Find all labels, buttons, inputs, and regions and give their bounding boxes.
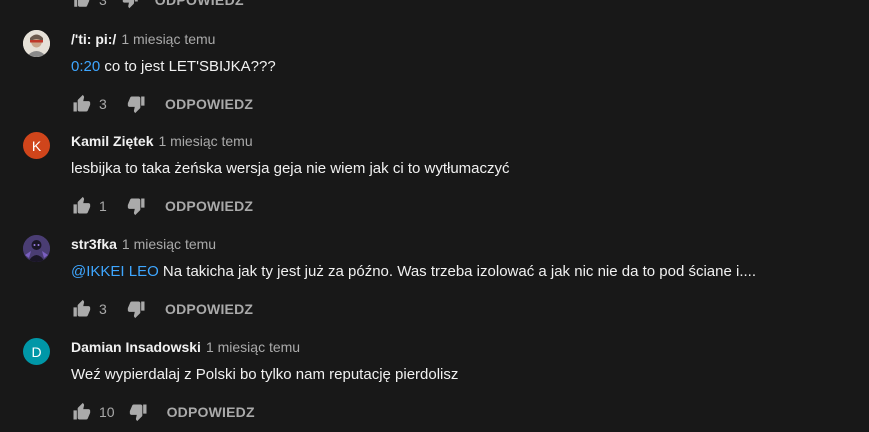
comment-text: Weź wypierdalaj z Polski bo tylko nam re… xyxy=(71,366,458,383)
previous-comment-actions: 3 ODPOWIEDZ xyxy=(71,0,244,9)
reply-button[interactable]: ODPOWIEDZ xyxy=(167,404,255,420)
comment-header: str3fka 1 miesiąc temu xyxy=(71,236,216,256)
comment-actions: 1 ODPOWIEDZ xyxy=(71,195,253,217)
comment-time[interactable]: 1 miesiąc temu xyxy=(158,133,252,149)
avatar-letter: K xyxy=(31,137,42,154)
comment-body: Weź wypierdalaj z Polski bo tylko nam re… xyxy=(71,366,459,383)
timestamp-link[interactable]: 0:20 xyxy=(71,58,100,75)
thumbs-up-icon[interactable] xyxy=(71,402,91,422)
author-name[interactable]: Damian Insadowski xyxy=(71,339,201,355)
mention-link[interactable]: @IKKEI LEO xyxy=(71,263,159,280)
thumbs-up-icon[interactable] xyxy=(71,0,91,10)
comment-body: lesbijka to taka żeńska wersja geja nie … xyxy=(71,160,510,177)
comment-actions: 3 ODPOWIEDZ xyxy=(71,298,253,320)
reply-button[interactable]: ODPOWIEDZ xyxy=(165,96,253,112)
comment-body: co to jest LET'SBIJKA??? xyxy=(100,58,276,75)
comment-actions: 3 ODPOWIEDZ xyxy=(71,93,253,115)
like-count: 3 xyxy=(99,96,107,112)
thumbs-down-icon[interactable] xyxy=(121,0,141,10)
comment-time[interactable]: 1 miesiąc temu xyxy=(121,31,215,47)
comment-actions: 10 ODPOWIEDZ xyxy=(71,401,255,423)
thumbs-down-icon[interactable] xyxy=(127,196,147,216)
comment-body: Na takicha jak ty jest już za późno. Was… xyxy=(158,263,757,280)
author-name[interactable]: Kamil Ziętek xyxy=(71,133,153,149)
avatar[interactable] xyxy=(23,30,50,57)
author-name[interactable]: str3fka xyxy=(71,236,117,252)
comment-time[interactable]: 1 miesiąc temu xyxy=(206,339,300,355)
author-name[interactable]: /'ti: pi:/ xyxy=(71,31,116,47)
comment-time[interactable]: 1 miesiąc temu xyxy=(122,236,216,252)
reply-button[interactable]: ODPOWIEDZ xyxy=(155,0,244,8)
like-count: 3 xyxy=(99,301,107,317)
like-count: 1 xyxy=(99,198,107,214)
avatar[interactable] xyxy=(23,235,50,262)
user-photo-icon xyxy=(23,30,50,57)
avatar[interactable]: K xyxy=(23,132,50,159)
thumbs-down-icon[interactable] xyxy=(127,94,147,114)
thumbs-down-icon[interactable] xyxy=(129,402,149,422)
comments-section: 3 ODPOWIEDZ /'ti: pi:/ 1 miesiąc temu 0:… xyxy=(0,0,869,432)
user-photo-icon xyxy=(23,235,50,262)
comment-text: lesbijka to taka żeńska wersja geja nie … xyxy=(71,160,510,177)
comment-text: @IKKEI LEO Na takicha jak ty jest już za… xyxy=(71,263,756,280)
comment-header: /'ti: pi:/ 1 miesiąc temu xyxy=(71,31,215,51)
thumbs-down-icon[interactable] xyxy=(127,299,147,319)
thumbs-up-icon[interactable] xyxy=(71,299,91,319)
avatar[interactable]: D xyxy=(23,338,50,365)
reply-button[interactable]: ODPOWIEDZ xyxy=(165,198,253,214)
comment-header: Kamil Ziętek 1 miesiąc temu xyxy=(71,133,253,153)
comment-header: Damian Insadowski 1 miesiąc temu xyxy=(71,339,300,359)
avatar-letter: D xyxy=(31,343,42,360)
thumbs-up-icon[interactable] xyxy=(71,196,91,216)
thumbs-up-icon[interactable] xyxy=(71,94,91,114)
like-count: 10 xyxy=(99,404,115,420)
like-count: 3 xyxy=(99,0,107,8)
reply-button[interactable]: ODPOWIEDZ xyxy=(165,301,253,317)
comment-text: 0:20 co to jest LET'SBIJKA??? xyxy=(71,58,276,75)
